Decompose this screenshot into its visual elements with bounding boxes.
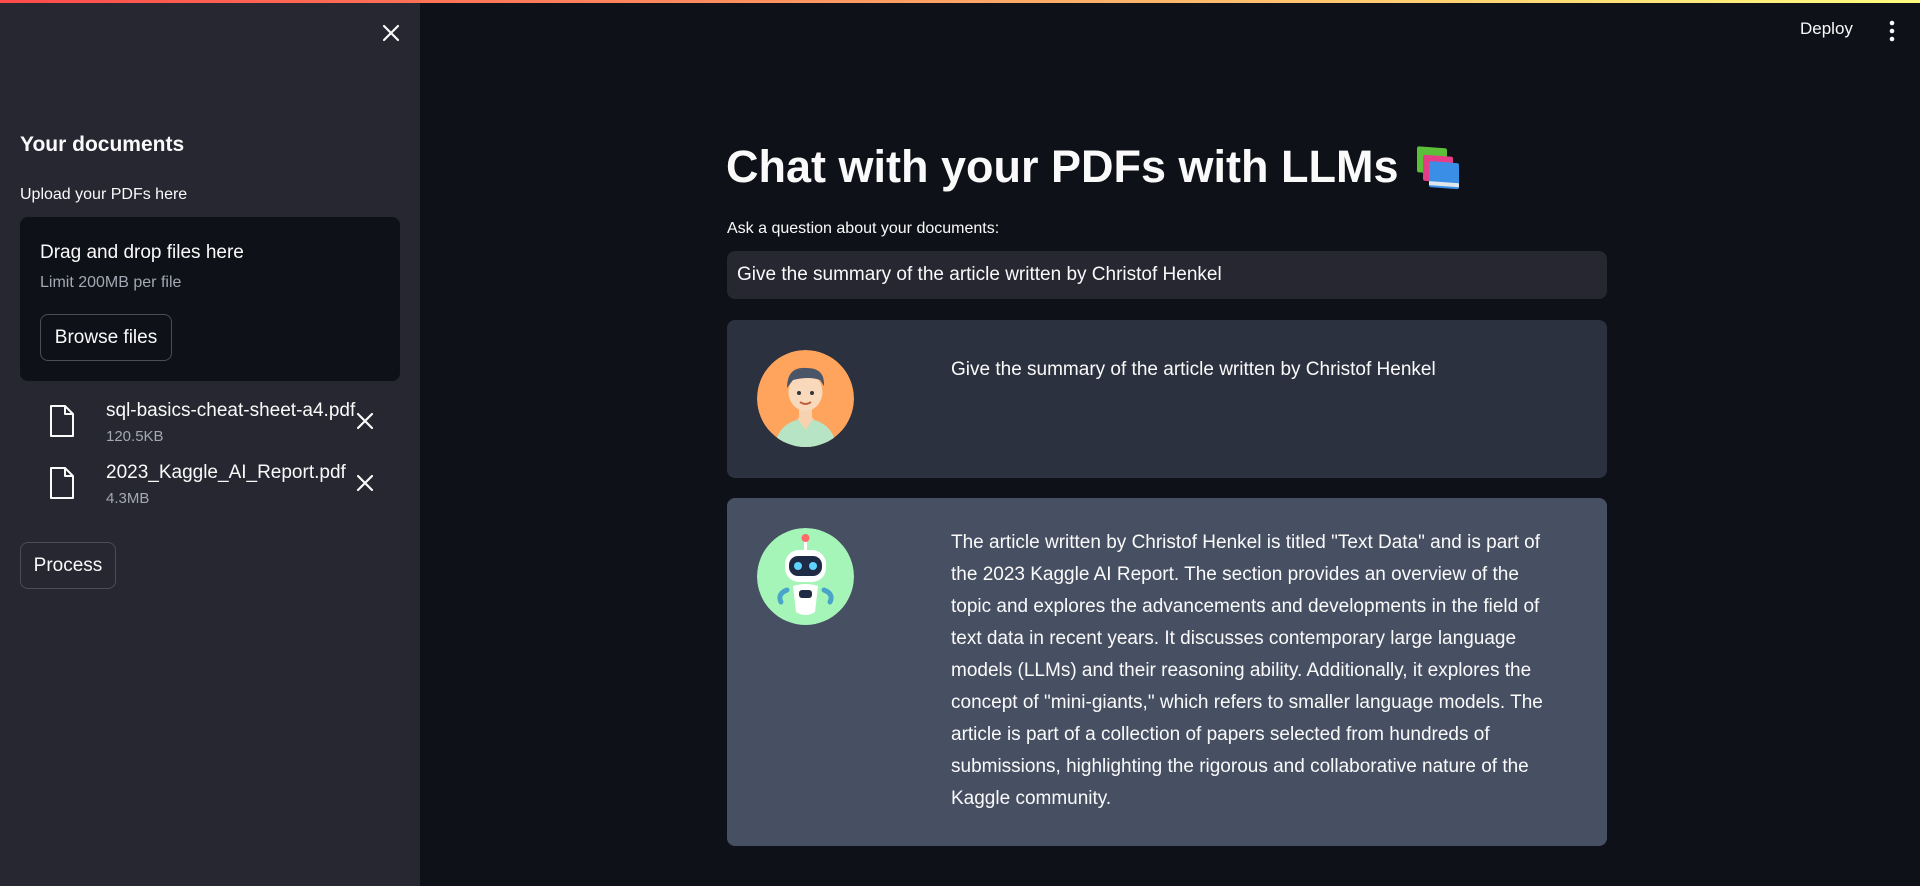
remove-file-icon[interactable] <box>354 410 376 432</box>
file-name: sql-basics-cheat-sheet-a4.pdf <box>106 400 356 421</box>
bot-message: The article written by Christof Henkel i… <box>727 498 1607 846</box>
user-message-text: Give the summary of the article written … <box>951 359 1436 380</box>
page-title: Chat with your PDFs with LLMs <box>726 141 1463 193</box>
dropzone-title: Drag and drop files here <box>40 242 244 263</box>
close-sidebar-icon[interactable] <box>378 20 404 46</box>
sidebar-title: Your documents <box>20 133 185 156</box>
user-avatar <box>757 350 854 447</box>
dropzone-limit: Limit 200MB per file <box>40 274 182 291</box>
remove-file-icon[interactable] <box>354 472 376 494</box>
file-icon <box>50 405 74 437</box>
file-size: 120.5KB <box>106 428 164 445</box>
question-input[interactable] <box>727 251 1607 299</box>
books-icon <box>1416 146 1459 190</box>
sidebar: Your documents Upload your PDFs here Dra… <box>0 0 420 886</box>
upload-label: Upload your PDFs here <box>20 186 188 203</box>
bot-message-text: The article written by Christof Henkel i… <box>951 532 1543 809</box>
uploaded-file-item: 2023_Kaggle_AI_Report.pdf 4.3MB <box>48 462 408 512</box>
file-name: 2023_Kaggle_AI_Report.pdf <box>106 462 346 483</box>
process-button[interactable]: Process <box>20 542 116 589</box>
uploaded-file-item: sql-basics-cheat-sheet-a4.pdf 120.5KB <box>48 400 408 450</box>
browse-files-button[interactable]: Browse files <box>40 314 172 361</box>
file-size: 4.3MB <box>106 490 150 507</box>
more-options-icon[interactable] <box>1886 18 1898 44</box>
question-label: Ask a question about your documents: <box>727 220 1000 237</box>
user-message: Give the summary of the article written … <box>727 320 1607 478</box>
file-icon <box>50 467 74 499</box>
file-dropzone[interactable]: Drag and drop files here Limit 200MB per… <box>20 217 400 381</box>
robot-avatar <box>757 528 854 625</box>
top-decoration-bar <box>0 0 1920 3</box>
deploy-button[interactable]: Deploy <box>1800 19 1853 39</box>
page-title-text: Chat with your PDFs with LLMs <box>726 141 1399 192</box>
